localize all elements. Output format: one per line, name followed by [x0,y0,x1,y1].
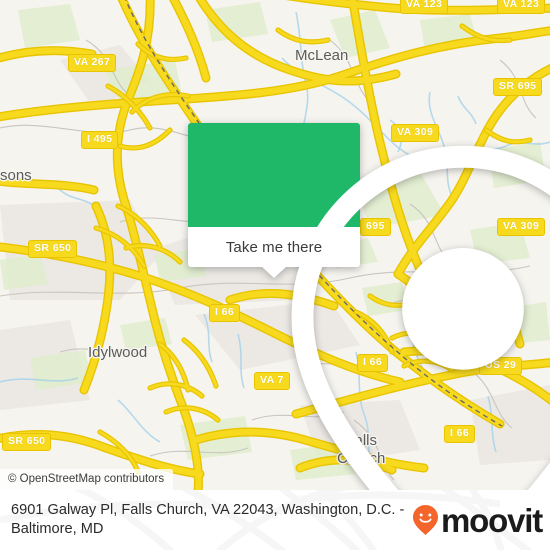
popup-pointer-arrow [261,266,287,278]
location-popup-card[interactable]: Take me there [188,123,550,490]
road-shield: I 495 [81,131,119,149]
map-canvas[interactable]: .wa{fill:none;stroke:#9fd0ea;stroke-opac… [0,0,550,490]
place-label-tysons: sons [0,167,32,184]
moovit-logo[interactable]: moovit [412,501,543,539]
osm-attribution[interactable]: © OpenStreetMap contributors [0,469,174,490]
moovit-smiley-pin-icon [413,505,439,535]
map-pin-icon [291,145,550,490]
moovit-wordmark: moovit [441,501,543,539]
place-label-idylwood: Idylwood [88,344,148,361]
popup-action-bar[interactable]: Take me there [188,227,360,278]
address-text: 6901 Galway Pl, Falls Church, VA 22043, … [11,502,405,537]
popup-image-area [188,123,550,490]
road-shield: VA 267 [68,54,117,72]
road-shield: SR 695 [493,78,543,96]
road-shield: VA 123 [497,0,546,14]
road-shield: SR 650 [28,240,78,258]
take-me-there-button[interactable]: Take me there [226,239,322,256]
road-shield: VA 123 [400,0,449,14]
moovit-map-screenshot: .wa{fill:none;stroke:#9fd0ea;stroke-opac… [0,0,550,550]
footer-bar: 6901 Galway Pl, Falls Church, VA 22043, … [0,490,550,550]
place-label-mclean: McLean [295,47,349,64]
road-shield: SR 650 [2,433,52,451]
footer-content: 6901 Galway Pl, Falls Church, VA 22043, … [0,490,550,550]
